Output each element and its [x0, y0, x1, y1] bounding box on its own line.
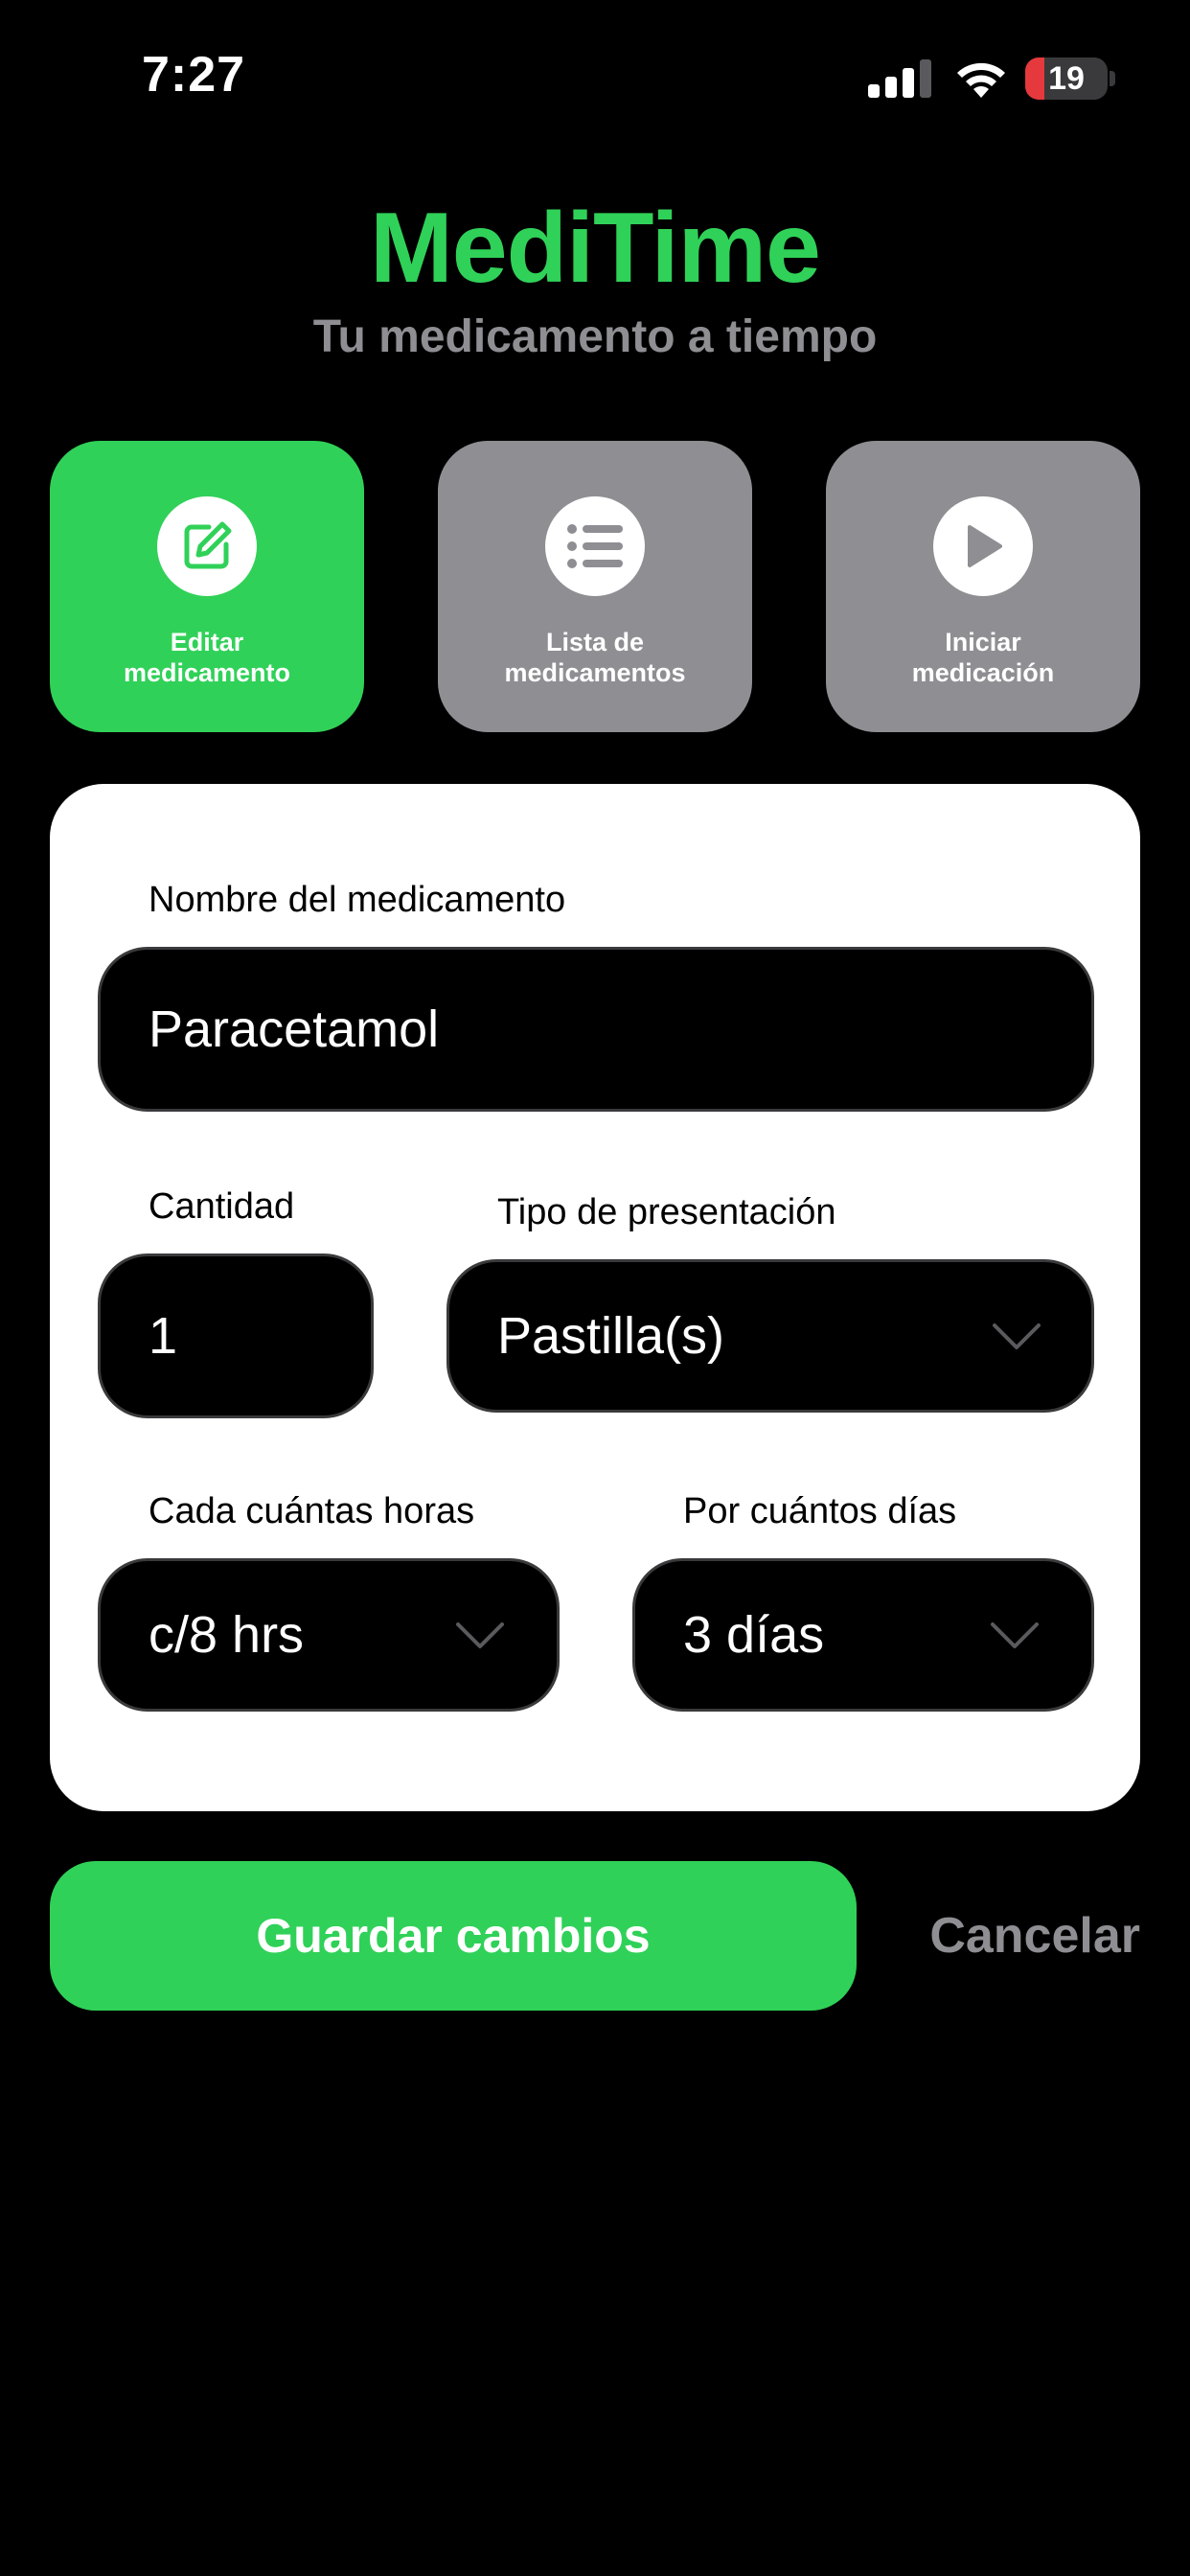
- duration-value: 3 días: [683, 1606, 825, 1664]
- quantity-value: 1: [149, 1307, 178, 1365]
- battery-icon: 19: [1025, 58, 1108, 100]
- tile-list-label: Lista de medicamentos: [504, 628, 686, 687]
- status-time: 7:27: [142, 47, 246, 103]
- play-icon: [933, 496, 1033, 596]
- duration-select[interactable]: 3 días: [632, 1558, 1094, 1712]
- presentation-value: Pastilla(s): [497, 1307, 725, 1365]
- chevron-down-icon: [991, 1622, 1039, 1648]
- tile-edit-medication[interactable]: Editar medicamento: [50, 441, 364, 732]
- presentation-select[interactable]: Pastilla(s): [446, 1259, 1094, 1413]
- save-changes-button[interactable]: Guardar cambios: [50, 1861, 857, 2011]
- tile-start-medication[interactable]: Iniciar medicación: [826, 441, 1140, 732]
- app-title: MediTime: [370, 193, 821, 304]
- chevron-down-icon: [993, 1323, 1041, 1349]
- edit-icon: [157, 496, 257, 596]
- battery-level: 19: [1048, 60, 1085, 97]
- tile-medication-list[interactable]: Lista de medicamentos: [438, 441, 752, 732]
- duration-label: Por cuántos días: [683, 1491, 957, 1531]
- medication-form-card: Nombre del medicamento Paracetamol Canti…: [50, 784, 1140, 1811]
- interval-label: Cada cuántas horas: [149, 1491, 475, 1531]
- presentation-label: Tipo de presentación: [497, 1192, 836, 1232]
- name-label: Nombre del medicamento: [149, 880, 566, 920]
- list-icon: [545, 496, 645, 596]
- medication-name-input[interactable]: Paracetamol: [98, 947, 1094, 1112]
- cancel-button[interactable]: Cancelar: [901, 1861, 1140, 2011]
- quantity-input[interactable]: 1: [98, 1254, 374, 1418]
- chevron-down-icon: [456, 1622, 504, 1648]
- quantity-label: Cantidad: [149, 1186, 295, 1227]
- interval-select[interactable]: c/8 hrs: [98, 1558, 560, 1712]
- tile-start-label: Iniciar medicación: [911, 628, 1055, 687]
- app-subtitle: Tu medicamento a tiempo: [312, 311, 878, 362]
- wifi-icon: [957, 62, 1005, 98]
- battery-cap: [1110, 71, 1115, 86]
- interval-value: c/8 hrs: [149, 1606, 305, 1664]
- tile-edit-label: Editar medicamento: [123, 628, 291, 687]
- cellular-signal-icon: [868, 59, 931, 98]
- medication-name-value: Paracetamol: [149, 1000, 440, 1058]
